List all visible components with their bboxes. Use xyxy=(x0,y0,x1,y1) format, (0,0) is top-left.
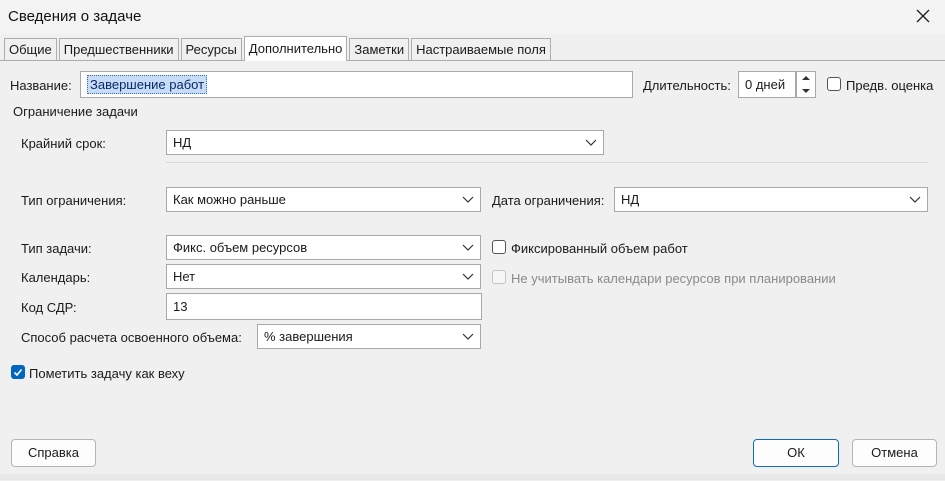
chevron-down-icon xyxy=(909,196,921,203)
calendar-combo[interactable]: Нет xyxy=(166,264,481,289)
name-value: Завершение работ xyxy=(87,75,208,94)
deadline-combo[interactable]: НД xyxy=(166,130,604,155)
deadline-value: НД xyxy=(173,135,192,150)
divider xyxy=(166,162,928,163)
earned-value-label: Способ расчета освоенного объема: xyxy=(21,330,242,345)
duration-input[interactable]: 0 дней xyxy=(738,71,796,98)
constraint-type-value: Как можно раньше xyxy=(173,192,286,207)
task-type-value: Фикс. объем ресурсов xyxy=(173,240,308,255)
tab-strip: Общие Предшественники Ресурсы Дополнител… xyxy=(4,36,553,61)
dialog-title: Сведения о задаче xyxy=(8,8,142,25)
earned-value-value: % завершения xyxy=(264,329,353,344)
chevron-down-icon xyxy=(462,196,474,203)
ignore-resource-calendars-label: Не учитывать календари ресурсов при план… xyxy=(511,271,836,286)
tab-predecessors[interactable]: Предшественники xyxy=(58,38,179,61)
constraint-type-combo[interactable]: Как можно раньше xyxy=(166,187,481,212)
tab-custom-fields[interactable]: Настраиваемые поля xyxy=(411,38,551,61)
tab-resources[interactable]: Ресурсы xyxy=(180,38,242,61)
calendar-label: Календарь: xyxy=(21,270,91,285)
estimated-label: Предв. оценка xyxy=(846,78,934,93)
cancel-button[interactable]: Отмена xyxy=(852,439,937,467)
milestone-checkbox[interactable] xyxy=(11,365,25,379)
task-type-combo[interactable]: Фикс. объем ресурсов xyxy=(166,235,481,260)
spin-down-icon[interactable] xyxy=(797,85,815,97)
spin-up-icon[interactable] xyxy=(797,72,815,84)
tab-notes[interactable]: Заметки xyxy=(349,38,410,61)
advanced-panel: Название: Завершение работ Длительность:… xyxy=(0,60,945,481)
task-type-label: Тип задачи: xyxy=(21,241,92,256)
constraint-type-label: Тип ограничения: xyxy=(21,193,127,208)
chevron-down-icon xyxy=(462,333,474,340)
help-button[interactable]: Справка xyxy=(11,439,96,467)
ok-button[interactable]: ОК xyxy=(753,439,839,467)
tab-advanced[interactable]: Дополнительно xyxy=(243,36,348,61)
tab-general[interactable]: Общие xyxy=(4,38,57,61)
background-strip xyxy=(0,474,945,480)
close-icon[interactable] xyxy=(913,6,933,26)
ignore-resource-calendars-checkbox xyxy=(492,270,506,284)
estimated-checkbox[interactable] xyxy=(827,77,841,91)
milestone-label: Пометить задачу как веху xyxy=(29,366,185,381)
title-bar: Сведения о задаче xyxy=(0,0,945,34)
checkmark-icon xyxy=(13,368,23,377)
name-label: Название: xyxy=(10,78,72,93)
effort-driven-checkbox[interactable] xyxy=(492,240,506,254)
wbs-input[interactable]: 13 xyxy=(166,293,482,320)
constraint-group-title: Ограничение задачи xyxy=(13,104,138,119)
chevron-down-icon xyxy=(462,244,474,251)
name-input[interactable]: Завершение работ xyxy=(80,71,633,98)
duration-spinner xyxy=(796,71,816,98)
effort-driven-label: Фиксированный объем работ xyxy=(511,241,688,256)
chevron-down-icon xyxy=(462,273,474,280)
wbs-label: Код СДР: xyxy=(21,300,77,315)
calendar-value: Нет xyxy=(173,269,196,284)
duration-label: Длительность: xyxy=(643,78,731,93)
constraint-date-value: НД xyxy=(621,192,640,207)
constraint-date-label: Дата ограничения: xyxy=(492,193,605,208)
chevron-down-icon xyxy=(585,139,597,146)
constraint-date-combo[interactable]: НД xyxy=(614,187,928,212)
earned-value-combo[interactable]: % завершения xyxy=(257,324,481,349)
deadline-label: Крайний срок: xyxy=(21,136,106,151)
